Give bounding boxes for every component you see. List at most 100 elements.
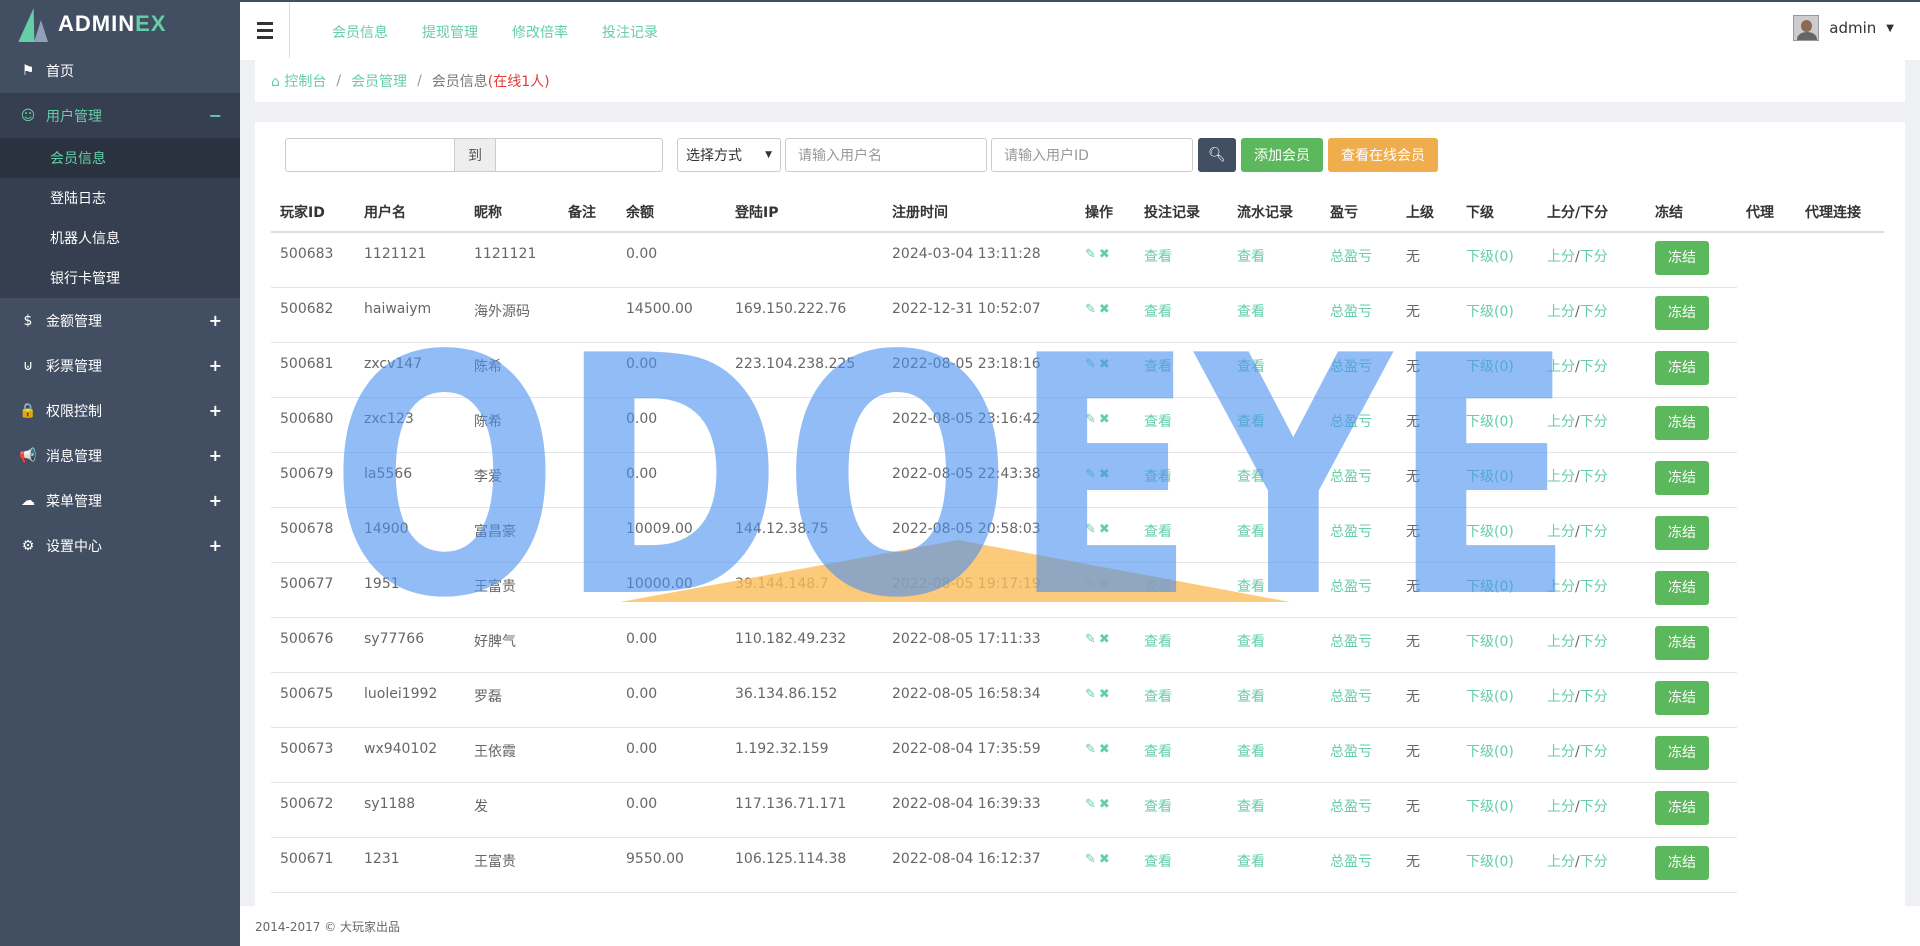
edit-icon[interactable]: ✎ <box>1085 687 1099 702</box>
freeze-button[interactable]: 冻结 <box>1655 405 1709 440</box>
add-score-link[interactable]: 上分 <box>1547 744 1575 760</box>
freeze-button[interactable]: 冻结 <box>1655 680 1709 715</box>
flow-records-link[interactable]: 查看 <box>1237 304 1265 320</box>
profit-link[interactable]: 总盈亏 <box>1330 799 1372 815</box>
sidebar-item-6[interactable]: ☁ 菜单管理 + <box>0 478 240 523</box>
profit-link[interactable]: 总盈亏 <box>1330 469 1372 485</box>
profit-link[interactable]: 总盈亏 <box>1330 579 1372 595</box>
userid-input[interactable]: 请输入用户ID <box>991 138 1193 172</box>
subordinates-link[interactable]: 下级(0) <box>1466 249 1514 265</box>
sidebar-item-4[interactable]: 🔒 权限控制 + <box>0 388 240 433</box>
topnav-bet-records[interactable]: 投注记录 <box>602 22 658 42</box>
add-score-link[interactable]: 上分 <box>1547 524 1575 540</box>
profit-link[interactable]: 总盈亏 <box>1330 359 1372 375</box>
bet-records-link[interactable]: 查看 <box>1144 524 1172 540</box>
subordinates-link[interactable]: 下级(0) <box>1466 524 1514 540</box>
subordinates-link[interactable]: 下级(0) <box>1466 689 1514 705</box>
edit-icon[interactable]: ✎ <box>1085 522 1099 537</box>
bet-records-link[interactable]: 查看 <box>1144 799 1172 815</box>
profit-link[interactable]: 总盈亏 <box>1330 689 1372 705</box>
bet-records-link[interactable]: 查看 <box>1144 579 1172 595</box>
sidebar-item-5[interactable]: 📢 消息管理 + <box>0 433 240 478</box>
bet-records-link[interactable]: 查看 <box>1144 249 1172 265</box>
sidebar-subitem-0[interactable]: 会员信息 <box>0 138 240 178</box>
sidebar-item-3[interactable]: ⊍ 彩票管理 + <box>0 343 240 388</box>
sub-score-link[interactable]: 下分 <box>1580 249 1608 265</box>
search-button[interactable]: 🔍︎ <box>1198 138 1236 172</box>
edit-icon[interactable]: ✎ <box>1085 467 1099 482</box>
freeze-button[interactable]: 冻结 <box>1655 295 1709 330</box>
freeze-button[interactable]: 冻结 <box>1655 735 1709 770</box>
flow-records-link[interactable]: 查看 <box>1237 689 1265 705</box>
add-score-link[interactable]: 上分 <box>1547 579 1575 595</box>
subordinates-link[interactable]: 下级(0) <box>1466 634 1514 650</box>
add-score-link[interactable]: 上分 <box>1547 469 1575 485</box>
sub-score-link[interactable]: 下分 <box>1580 799 1608 815</box>
sidebar-item-0[interactable]: ⚑ 首页 <box>0 48 240 93</box>
subordinates-link[interactable]: 下级(0) <box>1466 359 1514 375</box>
flow-records-link[interactable]: 查看 <box>1237 469 1265 485</box>
flow-records-link[interactable]: 查看 <box>1237 249 1265 265</box>
flow-records-link[interactable]: 查看 <box>1237 799 1265 815</box>
profit-link[interactable]: 总盈亏 <box>1330 304 1372 320</box>
bet-records-link[interactable]: 查看 <box>1144 469 1172 485</box>
sub-score-link[interactable]: 下分 <box>1580 414 1608 430</box>
bet-records-link[interactable]: 查看 <box>1144 854 1172 870</box>
topnav-multiplier[interactable]: 修改倍率 <box>512 22 568 42</box>
bet-records-link[interactable]: 查看 <box>1144 744 1172 760</box>
profit-link[interactable]: 总盈亏 <box>1330 854 1372 870</box>
add-score-link[interactable]: 上分 <box>1547 689 1575 705</box>
delete-icon[interactable]: ✖ <box>1099 852 1113 867</box>
flow-records-link[interactable]: 查看 <box>1237 579 1265 595</box>
subordinates-link[interactable]: 下级(0) <box>1466 414 1514 430</box>
freeze-button[interactable]: 冻结 <box>1655 845 1709 880</box>
flow-records-link[interactable]: 查看 <box>1237 854 1265 870</box>
edit-icon[interactable]: ✎ <box>1085 577 1099 592</box>
add-score-link[interactable]: 上分 <box>1547 359 1575 375</box>
delete-icon[interactable]: ✖ <box>1099 577 1113 592</box>
sub-score-link[interactable]: 下分 <box>1580 524 1608 540</box>
sub-score-link[interactable]: 下分 <box>1580 854 1608 870</box>
range-end-input[interactable] <box>495 138 663 172</box>
delete-icon[interactable]: ✖ <box>1099 247 1113 262</box>
delete-icon[interactable]: ✖ <box>1099 632 1113 647</box>
sidebar-subitem-2[interactable]: 机器人信息 <box>0 218 240 258</box>
sub-score-link[interactable]: 下分 <box>1580 689 1608 705</box>
profit-link[interactable]: 总盈亏 <box>1330 524 1372 540</box>
sub-score-link[interactable]: 下分 <box>1580 304 1608 320</box>
sidebar-subitem-3[interactable]: 银行卡管理 <box>0 258 240 298</box>
subordinates-link[interactable]: 下级(0) <box>1466 799 1514 815</box>
add-score-link[interactable]: 上分 <box>1547 799 1575 815</box>
breadcrumb-home[interactable]: ⌂ 控制台 <box>271 71 326 91</box>
flow-records-link[interactable]: 查看 <box>1237 524 1265 540</box>
freeze-button[interactable]: 冻结 <box>1655 350 1709 385</box>
sub-score-link[interactable]: 下分 <box>1580 744 1608 760</box>
username-input[interactable]: 请输入用户名 <box>785 138 987 172</box>
bet-records-link[interactable]: 查看 <box>1144 414 1172 430</box>
range-start-input[interactable] <box>285 138 455 172</box>
add-member-button[interactable]: 添加会员 <box>1241 138 1323 172</box>
delete-icon[interactable]: ✖ <box>1099 412 1113 427</box>
bet-records-link[interactable]: 查看 <box>1144 634 1172 650</box>
bet-records-link[interactable]: 查看 <box>1144 359 1172 375</box>
edit-icon[interactable]: ✎ <box>1085 632 1099 647</box>
edit-icon[interactable]: ✎ <box>1085 742 1099 757</box>
add-score-link[interactable]: 上分 <box>1547 249 1575 265</box>
flow-records-link[interactable]: 查看 <box>1237 634 1265 650</box>
profit-link[interactable]: 总盈亏 <box>1330 249 1372 265</box>
edit-icon[interactable]: ✎ <box>1085 357 1099 372</box>
edit-icon[interactable]: ✎ <box>1085 247 1099 262</box>
profit-link[interactable]: 总盈亏 <box>1330 634 1372 650</box>
delete-icon[interactable]: ✖ <box>1099 687 1113 702</box>
sub-score-link[interactable]: 下分 <box>1580 469 1608 485</box>
edit-icon[interactable]: ✎ <box>1085 852 1099 867</box>
sidebar-item-7[interactable]: ⚙ 设置中心 + <box>0 523 240 568</box>
freeze-button[interactable]: 冻结 <box>1655 570 1709 605</box>
add-score-link[interactable]: 上分 <box>1547 634 1575 650</box>
add-score-link[interactable]: 上分 <box>1547 304 1575 320</box>
flow-records-link[interactable]: 查看 <box>1237 414 1265 430</box>
freeze-button[interactable]: 冻结 <box>1655 241 1709 275</box>
profit-link[interactable]: 总盈亏 <box>1330 414 1372 430</box>
bet-records-link[interactable]: 查看 <box>1144 689 1172 705</box>
delete-icon[interactable]: ✖ <box>1099 467 1113 482</box>
